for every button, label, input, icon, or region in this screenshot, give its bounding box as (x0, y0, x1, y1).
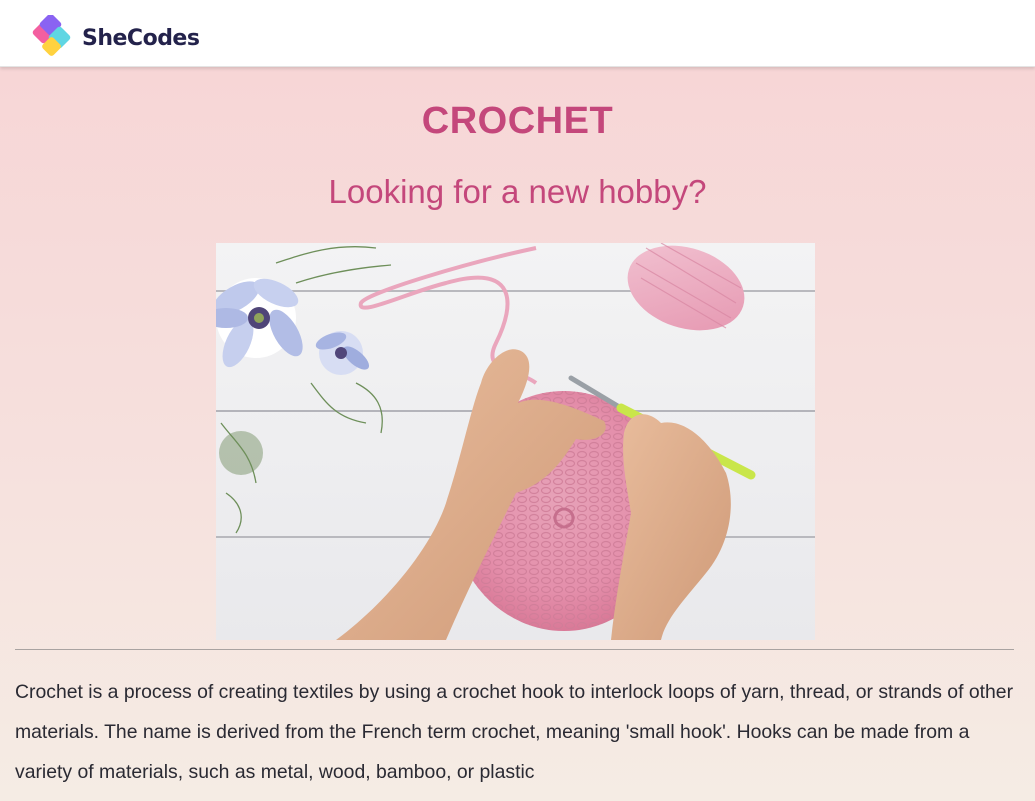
crochet-hero-image (216, 243, 815, 640)
section-divider (15, 649, 1014, 650)
crochet-description: Crochet is a process of creating textile… (15, 681, 1014, 783)
brand-name: SheCodes (82, 25, 200, 51)
brand-logo-link[interactable]: SheCodes (31, 15, 200, 61)
shecodes-logo-icon (32, 15, 71, 56)
page-title: CROCHET (421, 100, 614, 142)
top-navbar: SheCodes (0, 0, 1035, 67)
page-subtitle: Looking for a new hobby? (328, 173, 707, 210)
